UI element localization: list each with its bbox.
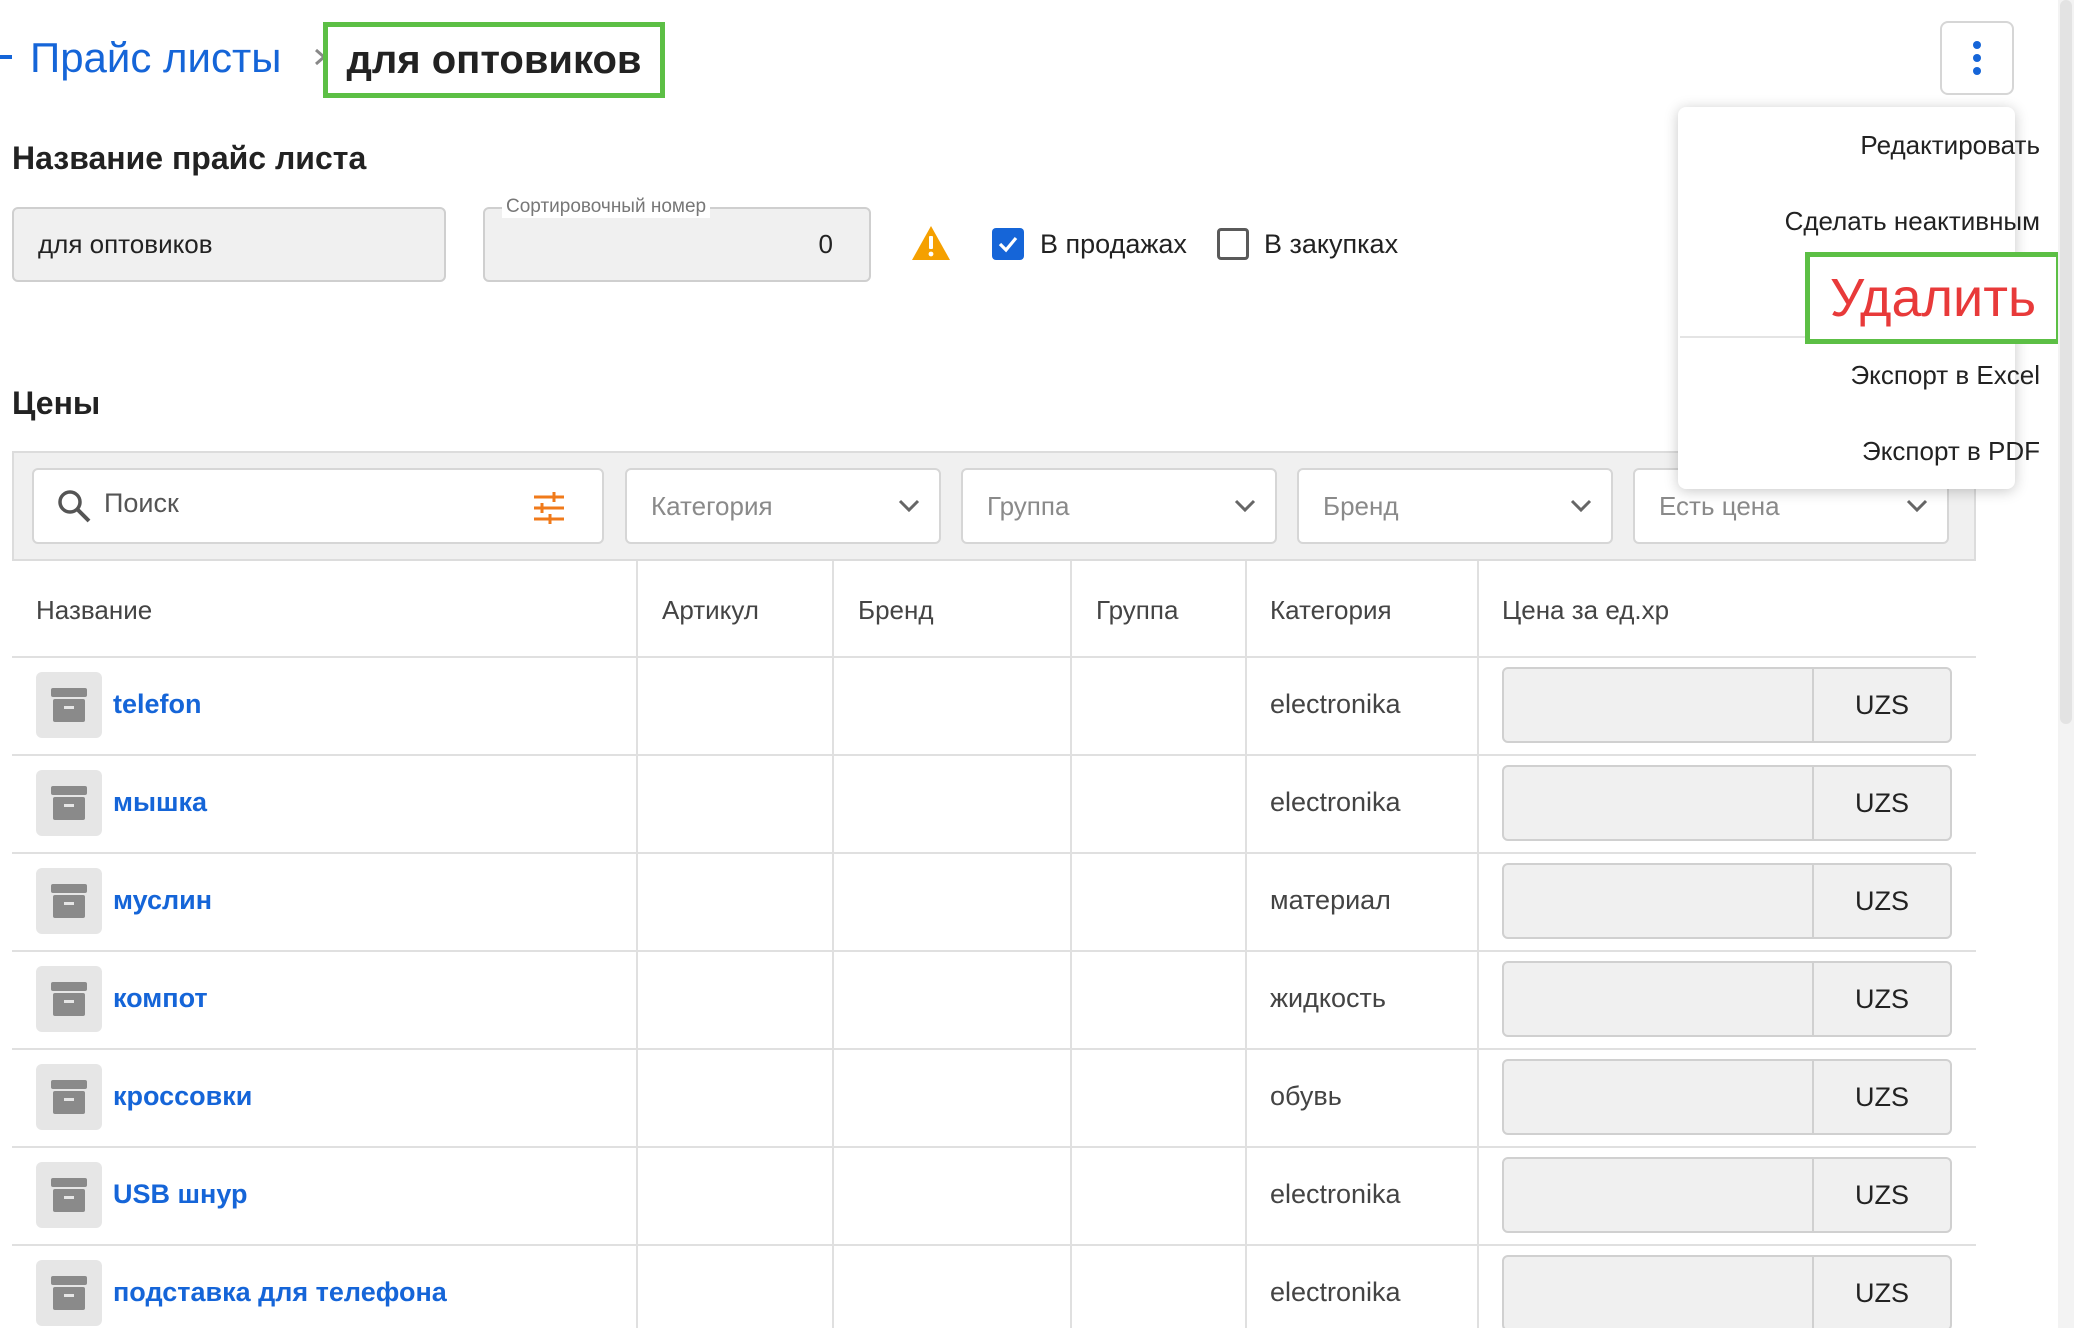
currency-selector[interactable]: UZS	[1812, 1061, 1950, 1133]
product-name-link[interactable]: подставка для телефона	[113, 1277, 447, 1308]
unit-price-field: UZS	[1502, 667, 1952, 743]
chevron-down-icon	[1234, 499, 1256, 513]
search-icon	[58, 490, 91, 523]
in-sales-checkbox[interactable]	[992, 228, 1024, 260]
in-sales-label: В продажах	[1040, 229, 1187, 259]
currency-selector[interactable]: UZS	[1812, 669, 1950, 741]
unit-price-input[interactable]	[1504, 767, 1812, 839]
archive-box-icon	[36, 1260, 102, 1326]
product-category: electronika	[1270, 787, 1401, 817]
breadcrumb-dash	[0, 55, 12, 59]
product-name-link[interactable]: муслин	[113, 885, 212, 916]
currency-selector[interactable]: UZS	[1812, 963, 1950, 1035]
archive-box-icon	[36, 672, 102, 738]
archive-box-icon	[36, 1162, 102, 1228]
product-name-link[interactable]: мышка	[113, 787, 207, 818]
unit-price-input[interactable]	[1504, 963, 1812, 1035]
brand-filter-label: Бренд	[1323, 490, 1399, 521]
menu-item-deactivate[interactable]: Сделать неактивным	[1785, 206, 2040, 237]
product-category: материал	[1270, 885, 1391, 915]
currency-selector[interactable]: UZS	[1812, 767, 1950, 839]
menu-item-export-excel[interactable]: Экспорт в Excel	[1850, 360, 2040, 391]
scrollbar-thumb[interactable]	[2060, 0, 2072, 724]
unit-price-field: UZS	[1502, 961, 1952, 1037]
column-header-group[interactable]: Группа	[1096, 582, 1178, 638]
has-price-filter-label: Есть цена	[1659, 490, 1780, 521]
column-header-category[interactable]: Категория	[1270, 582, 1392, 638]
column-header-name[interactable]: Название	[36, 582, 152, 638]
sort-number-input[interactable]: 0	[483, 207, 871, 282]
column-header-brand[interactable]: Бренд	[858, 582, 934, 638]
check-icon	[998, 236, 1018, 253]
kebab-icon	[1973, 41, 1981, 49]
currency-selector[interactable]: UZS	[1812, 865, 1950, 937]
unit-price-input[interactable]	[1504, 1159, 1812, 1231]
product-name-link[interactable]: кроссовки	[113, 1081, 252, 1112]
filter-settings-icon[interactable]	[532, 492, 566, 524]
price-list-name-title: Название прайс листа	[12, 140, 367, 176]
prices-title: Цены	[12, 385, 101, 421]
product-category: обувь	[1270, 1081, 1342, 1111]
group-filter-dropdown[interactable]: Группа	[961, 468, 1277, 544]
category-filter-dropdown[interactable]: Категория	[625, 468, 941, 544]
product-category: electronika	[1270, 1179, 1401, 1209]
more-options-button[interactable]	[1940, 21, 2014, 95]
category-filter-label: Категория	[651, 490, 773, 521]
currency-selector[interactable]: UZS	[1812, 1257, 1950, 1328]
product-category: жидкость	[1270, 983, 1386, 1013]
chevron-down-icon	[1906, 499, 1928, 513]
unit-price-input[interactable]	[1504, 865, 1812, 937]
menu-item-delete[interactable]: Удалить	[1805, 252, 2061, 344]
archive-box-icon	[36, 966, 102, 1032]
breadcrumb-current: для оптовиков	[323, 22, 665, 98]
unit-price-field: UZS	[1502, 1157, 1952, 1233]
breadcrumb-parent-link[interactable]: Прайс листы	[30, 28, 281, 88]
menu-item-export-pdf[interactable]: Экспорт в PDF	[1862, 436, 2040, 467]
product-name-link[interactable]: компот	[113, 983, 208, 1014]
warning-icon	[912, 226, 950, 260]
brand-filter-dropdown[interactable]: Бренд	[1297, 468, 1613, 544]
archive-box-icon	[36, 868, 102, 934]
product-name-link[interactable]: telefon	[113, 689, 202, 720]
in-purchases-label: В закупках	[1264, 229, 1399, 259]
unit-price-field: UZS	[1502, 765, 1952, 841]
unit-price-field: UZS	[1502, 1255, 1952, 1328]
unit-price-input[interactable]	[1504, 669, 1812, 741]
product-name-link[interactable]: USB шнур	[113, 1179, 247, 1210]
group-filter-label: Группа	[987, 490, 1070, 521]
unit-price-field: UZS	[1502, 863, 1952, 939]
archive-box-icon	[36, 770, 102, 836]
search-placeholder: Поиск	[104, 488, 179, 518]
menu-item-edit[interactable]: Редактировать	[1860, 130, 2040, 161]
currency-selector[interactable]: UZS	[1812, 1159, 1950, 1231]
archive-box-icon	[36, 1064, 102, 1130]
unit-price-field: UZS	[1502, 1059, 1952, 1135]
chevron-down-icon	[1570, 499, 1592, 513]
column-header-sku[interactable]: Артикул	[662, 582, 759, 638]
unit-price-input[interactable]	[1504, 1061, 1812, 1133]
product-category: electronika	[1270, 1277, 1401, 1307]
product-category: electronika	[1270, 689, 1401, 719]
unit-price-input[interactable]	[1504, 1257, 1812, 1328]
sort-number-label: Сортировочный номер	[502, 196, 711, 218]
chevron-down-icon	[898, 499, 920, 513]
column-header-unit-price[interactable]: Цена за ед.хр	[1502, 582, 1669, 638]
in-purchases-checkbox[interactable]	[1217, 228, 1249, 260]
price-list-name-input[interactable]: для оптовиков	[12, 207, 446, 282]
